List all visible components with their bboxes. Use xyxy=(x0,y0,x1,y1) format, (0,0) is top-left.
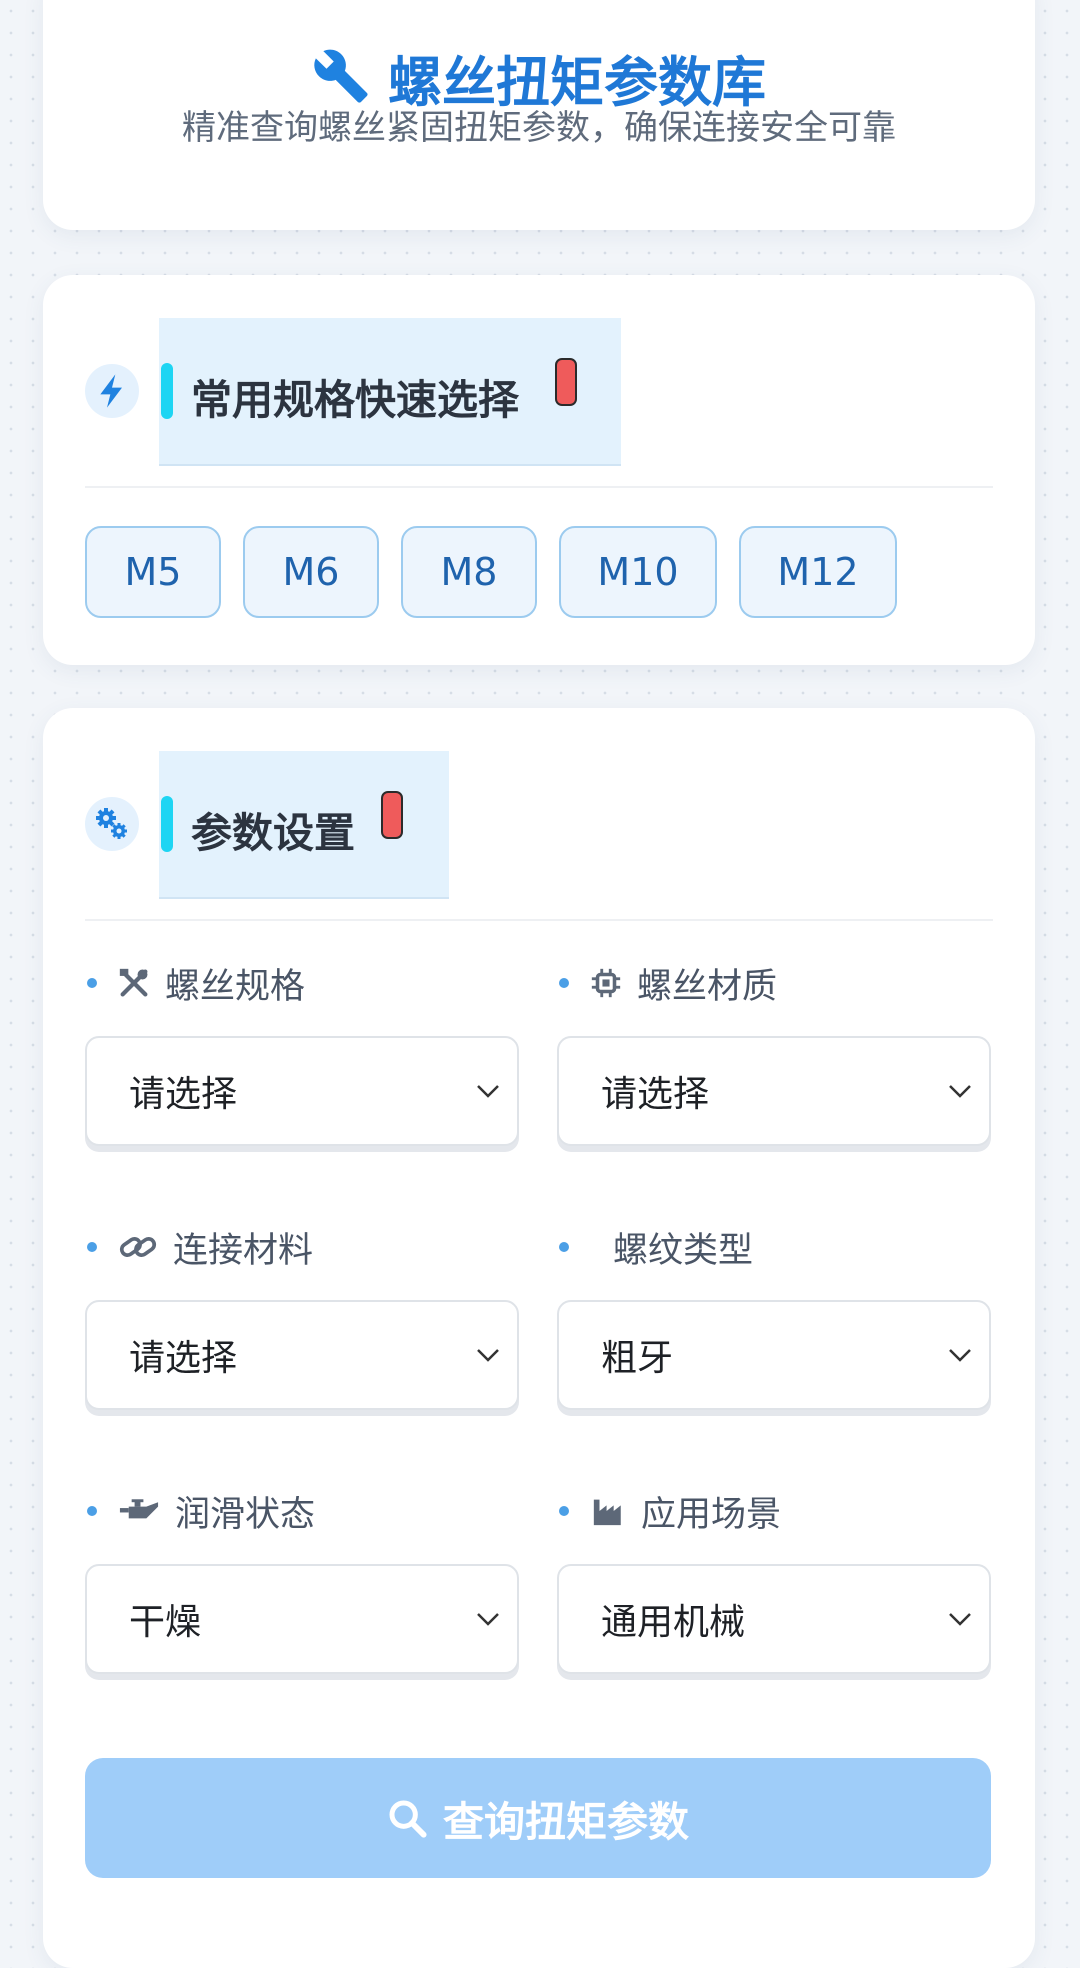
field-label-text: 连接材料 xyxy=(173,1230,314,1271)
chip-m6[interactable]: M6 xyxy=(243,526,379,618)
select-value: 请选择 xyxy=(129,1338,238,1379)
screw-material-select[interactable]: 请选择 xyxy=(557,1036,991,1146)
lightning-icon xyxy=(85,364,139,418)
query-button-label: 查询扭矩参数 xyxy=(443,1798,689,1846)
field-label-text: 螺纹类型 xyxy=(613,1230,754,1271)
query-button[interactable]: 查询扭矩参数 xyxy=(85,1758,991,1878)
factory-icon xyxy=(589,1494,627,1528)
bullet-dot xyxy=(87,1506,97,1516)
select-value: 通用机械 xyxy=(601,1602,746,1643)
field-label-text: 应用场景 xyxy=(641,1494,782,1535)
bullet-dot xyxy=(559,978,569,988)
chevron-down-icon xyxy=(477,1085,499,1098)
params-card: 参数设置 螺丝规格 请选择 螺丝材质 请选择 连接材料 请选择 螺纹类型 粗牙 … xyxy=(43,708,1035,1968)
connect-material-select[interactable]: 请选择 xyxy=(85,1300,519,1410)
page-subtitle: 精准查询螺丝紧固扭矩参数，确保连接安全可靠 xyxy=(182,108,896,148)
section-badge xyxy=(381,791,403,839)
section-badge xyxy=(555,358,577,406)
section-title: 常用规格快速选择 xyxy=(191,376,519,424)
chip-m5[interactable]: M5 xyxy=(85,526,221,618)
select-value: 请选择 xyxy=(129,1074,238,1115)
header-card: 螺丝扭矩参数库 精准查询螺丝紧固扭矩参数，确保连接安全可靠 xyxy=(43,0,1035,230)
select-value: 请选择 xyxy=(601,1074,710,1115)
bullet-dot xyxy=(559,1506,569,1516)
field-label: 螺丝规格 xyxy=(85,960,306,1007)
tools-icon xyxy=(117,966,151,1000)
chip-icon xyxy=(589,966,623,1000)
divider xyxy=(85,919,993,921)
section-accent-bar xyxy=(161,363,173,419)
oil-can-icon xyxy=(117,1494,161,1528)
chip-m10[interactable]: M10 xyxy=(559,526,717,618)
bullet-dot xyxy=(87,1242,97,1252)
chip-m12[interactable]: M12 xyxy=(739,526,897,618)
thread-type-select[interactable]: 粗牙 xyxy=(557,1300,991,1410)
field-label: 应用场景 xyxy=(557,1488,782,1535)
field-label: 润滑状态 xyxy=(85,1488,316,1535)
quick-select-header: 常用规格快速选择 xyxy=(43,318,1035,466)
quick-select-card: 常用规格快速选择 M5 M6 M8 M10 M12 xyxy=(43,275,1035,665)
chevron-down-icon xyxy=(477,1349,499,1362)
field-label-text: 螺丝规格 xyxy=(165,966,306,1007)
chevron-down-icon xyxy=(949,1613,971,1626)
screw-spec-select[interactable]: 请选择 xyxy=(85,1036,519,1146)
application-select[interactable]: 通用机械 xyxy=(557,1564,991,1674)
gears-icon xyxy=(85,797,139,851)
field-label-text: 螺丝材质 xyxy=(637,966,778,1007)
field-label-text: 润滑状态 xyxy=(175,1494,316,1535)
field-label: 连接材料 xyxy=(85,1224,314,1271)
chevron-down-icon xyxy=(949,1349,971,1362)
chevron-down-icon xyxy=(949,1085,971,1098)
bullet-dot xyxy=(87,978,97,988)
select-value: 干燥 xyxy=(129,1602,202,1643)
select-value: 粗牙 xyxy=(601,1338,674,1379)
lubrication-select[interactable]: 干燥 xyxy=(85,1564,519,1674)
field-label: 螺纹类型 xyxy=(557,1224,754,1271)
divider xyxy=(85,486,993,488)
params-header: 参数设置 xyxy=(43,751,1035,899)
section-accent-bar xyxy=(161,796,173,852)
chip-m8[interactable]: M8 xyxy=(401,526,537,618)
bullet-dot xyxy=(559,1242,569,1252)
chip-row: M5 M6 M8 M10 M12 xyxy=(85,526,897,618)
field-label: 螺丝材质 xyxy=(557,960,778,1007)
section-title: 参数设置 xyxy=(191,809,355,857)
link-icon xyxy=(117,1230,159,1264)
chevron-down-icon xyxy=(477,1613,499,1626)
search-icon xyxy=(389,1800,427,1838)
